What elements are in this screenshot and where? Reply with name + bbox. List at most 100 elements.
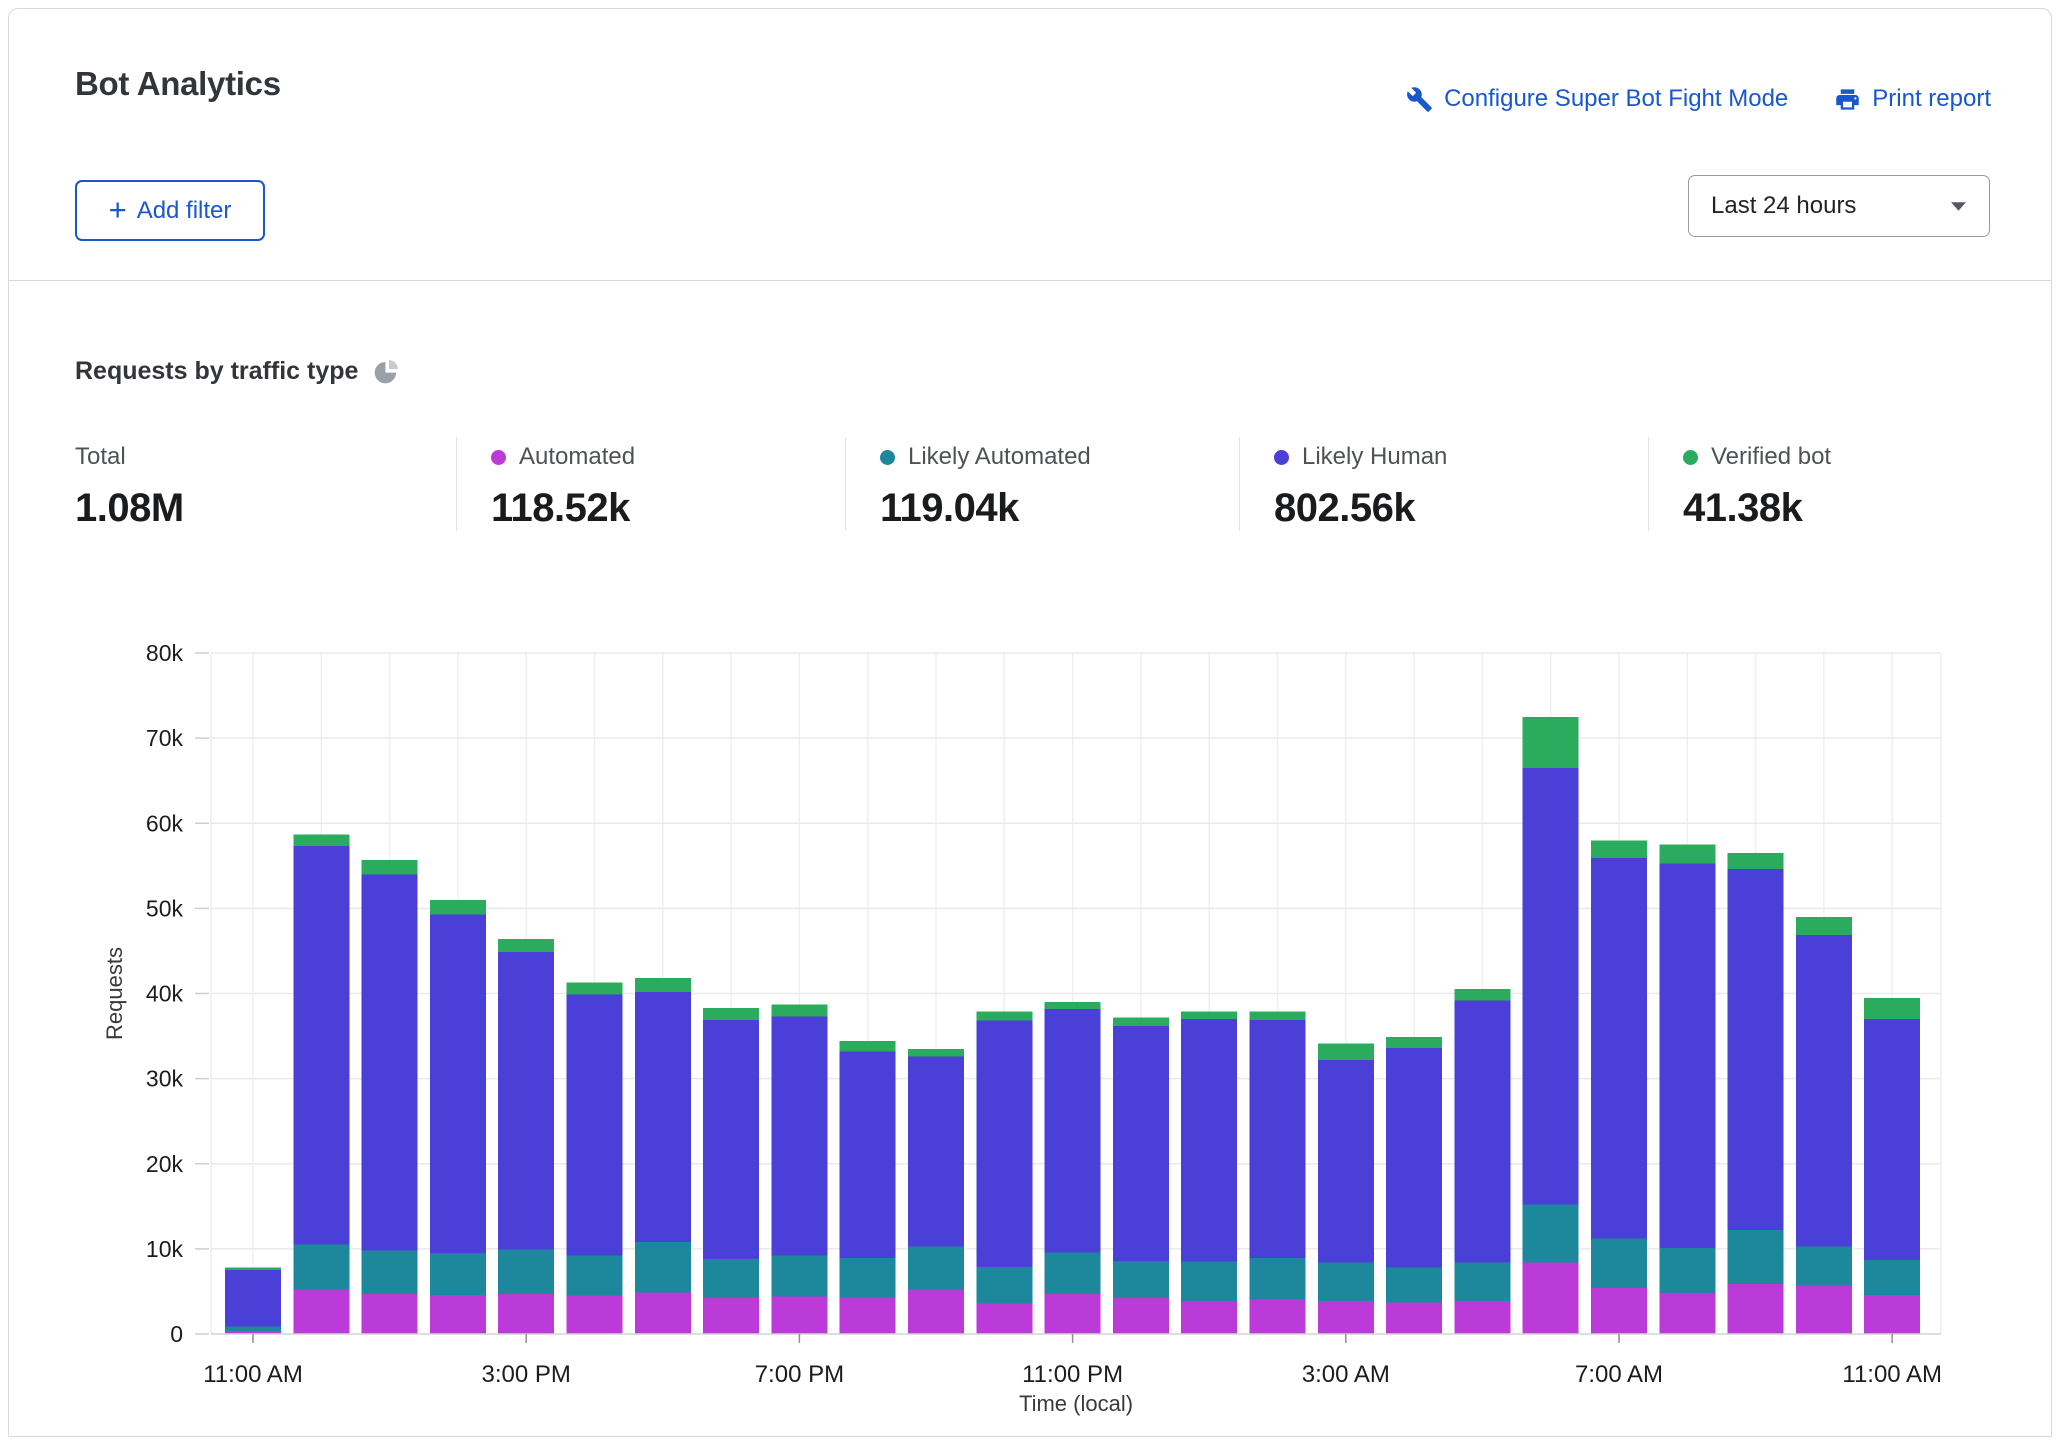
time-range-dropdown[interactable]: Last 24 hours xyxy=(1688,175,1990,237)
bar-segment[interactable] xyxy=(498,939,554,952)
bar-segment[interactable] xyxy=(567,1296,623,1334)
bar-segment[interactable] xyxy=(567,982,623,994)
bar-segment[interactable] xyxy=(1523,1205,1579,1263)
bar-segment[interactable] xyxy=(293,1290,349,1334)
bar-segment[interactable] xyxy=(1796,935,1852,1247)
bar-segment[interactable] xyxy=(1659,845,1715,864)
bar-segment[interactable] xyxy=(635,1292,691,1334)
bar-segment[interactable] xyxy=(430,900,486,914)
bar-segment[interactable] xyxy=(908,1290,964,1334)
bar-segment[interactable] xyxy=(703,1020,759,1259)
bar-segment[interactable] xyxy=(840,1297,896,1334)
bar-segment[interactable] xyxy=(498,1250,554,1294)
bar-segment[interactable] xyxy=(1864,1019,1920,1260)
bar-segment[interactable] xyxy=(293,846,349,1244)
bar-segment[interactable] xyxy=(1386,1268,1442,1303)
bar-segment[interactable] xyxy=(1045,1002,1101,1009)
stat-likely-automated[interactable]: Likely Automated 119.04k xyxy=(845,437,1239,531)
bar-segment[interactable] xyxy=(1659,863,1715,1248)
bar-segment[interactable] xyxy=(1523,1262,1579,1334)
bar-segment[interactable] xyxy=(1796,917,1852,935)
bar-segment[interactable] xyxy=(1728,1284,1784,1334)
bar-segment[interactable] xyxy=(1728,853,1784,869)
bar-segment[interactable] xyxy=(1728,1230,1784,1284)
bar-segment[interactable] xyxy=(976,1021,1032,1267)
bar-segment[interactable] xyxy=(430,1253,486,1295)
bar-segment[interactable] xyxy=(771,1005,827,1017)
bar-segment[interactable] xyxy=(703,1259,759,1298)
bar-segment[interactable] xyxy=(1181,1262,1237,1301)
bar-segment[interactable] xyxy=(1113,1017,1169,1026)
bar-segment[interactable] xyxy=(1250,1011,1306,1020)
bar-segment[interactable] xyxy=(1659,1248,1715,1293)
bar-segment[interactable] xyxy=(1796,1285,1852,1334)
bar-segment[interactable] xyxy=(1523,768,1579,1205)
bar-segment[interactable] xyxy=(1796,1246,1852,1285)
bar-segment[interactable] xyxy=(976,1011,1032,1020)
bar-segment[interactable] xyxy=(567,994,623,1255)
bar-segment[interactable] xyxy=(362,1251,418,1294)
bar-segment[interactable] xyxy=(1318,1044,1374,1060)
bar-segment[interactable] xyxy=(1523,717,1579,768)
bar-segment[interactable] xyxy=(1591,1288,1647,1334)
bar-segment[interactable] xyxy=(635,978,691,992)
bar-segment[interactable] xyxy=(1181,1019,1237,1262)
bar-segment[interactable] xyxy=(703,1298,759,1334)
bar-segment[interactable] xyxy=(225,1326,281,1331)
add-filter-button[interactable]: + Add filter xyxy=(75,180,265,241)
bar-segment[interactable] xyxy=(1591,858,1647,1239)
bar-segment[interactable] xyxy=(1181,1011,1237,1019)
bar-segment[interactable] xyxy=(430,1295,486,1334)
bar-segment[interactable] xyxy=(635,992,691,1242)
bar-segment[interactable] xyxy=(1318,1262,1374,1300)
bar-segment[interactable] xyxy=(498,952,554,1250)
bar-segment[interactable] xyxy=(840,1041,896,1051)
bar-segment[interactable] xyxy=(1250,1020,1306,1258)
bar-segment[interactable] xyxy=(362,874,418,1250)
bar-segment[interactable] xyxy=(225,1270,281,1326)
bar-segment[interactable] xyxy=(1250,1258,1306,1299)
bar-segment[interactable] xyxy=(1045,1252,1101,1294)
bar-segment[interactable] xyxy=(1591,840,1647,858)
bar-segment[interactable] xyxy=(1318,1301,1374,1334)
bar-segment[interactable] xyxy=(1318,1060,1374,1263)
bar-segment[interactable] xyxy=(1181,1301,1237,1334)
bar-segment[interactable] xyxy=(1045,1294,1101,1334)
bar-segment[interactable] xyxy=(840,1258,896,1297)
bar-segment[interactable] xyxy=(1864,1260,1920,1295)
bar-segment[interactable] xyxy=(908,1056,964,1246)
bar-segment[interactable] xyxy=(976,1303,1032,1334)
print-report-link[interactable]: Print report xyxy=(1834,85,1991,113)
bar-segment[interactable] xyxy=(1113,1026,1169,1261)
bar-segment[interactable] xyxy=(908,1049,964,1057)
bar-segment[interactable] xyxy=(1864,998,1920,1019)
bar-segment[interactable] xyxy=(771,1016,827,1255)
bar-segment[interactable] xyxy=(771,1297,827,1334)
bar-segment[interactable] xyxy=(908,1246,964,1289)
bar-segment[interactable] xyxy=(703,1008,759,1020)
stat-automated[interactable]: Automated 118.52k xyxy=(456,437,845,531)
bar-segment[interactable] xyxy=(840,1051,896,1258)
bar-segment[interactable] xyxy=(430,914,486,1253)
bar-segment[interactable] xyxy=(293,1245,349,1290)
bar-segment[interactable] xyxy=(293,834,349,846)
bar-segment[interactable] xyxy=(1113,1261,1169,1298)
bar-segment[interactable] xyxy=(976,1267,1032,1304)
bar-segment[interactable] xyxy=(1454,1000,1510,1262)
bar-segment[interactable] xyxy=(1864,1295,1920,1334)
bar-segment[interactable] xyxy=(1591,1239,1647,1288)
bar-segment[interactable] xyxy=(1728,869,1784,1230)
bar-segment[interactable] xyxy=(635,1242,691,1292)
bar-segment[interactable] xyxy=(567,1256,623,1296)
bar-segment[interactable] xyxy=(1386,1037,1442,1048)
stat-likely-human[interactable]: Likely Human 802.56k xyxy=(1239,437,1648,531)
bar-segment[interactable] xyxy=(1454,1301,1510,1334)
bar-segment[interactable] xyxy=(771,1256,827,1297)
bar-segment[interactable] xyxy=(1659,1293,1715,1334)
bar-segment[interactable] xyxy=(225,1268,281,1271)
bar-segment[interactable] xyxy=(1113,1298,1169,1334)
bar-segment[interactable] xyxy=(1250,1299,1306,1334)
bar-segment[interactable] xyxy=(1386,1303,1442,1334)
configure-super-bot-fight-mode-link[interactable]: Configure Super Bot Fight Mode xyxy=(1406,85,1788,113)
bar-segment[interactable] xyxy=(362,860,418,874)
